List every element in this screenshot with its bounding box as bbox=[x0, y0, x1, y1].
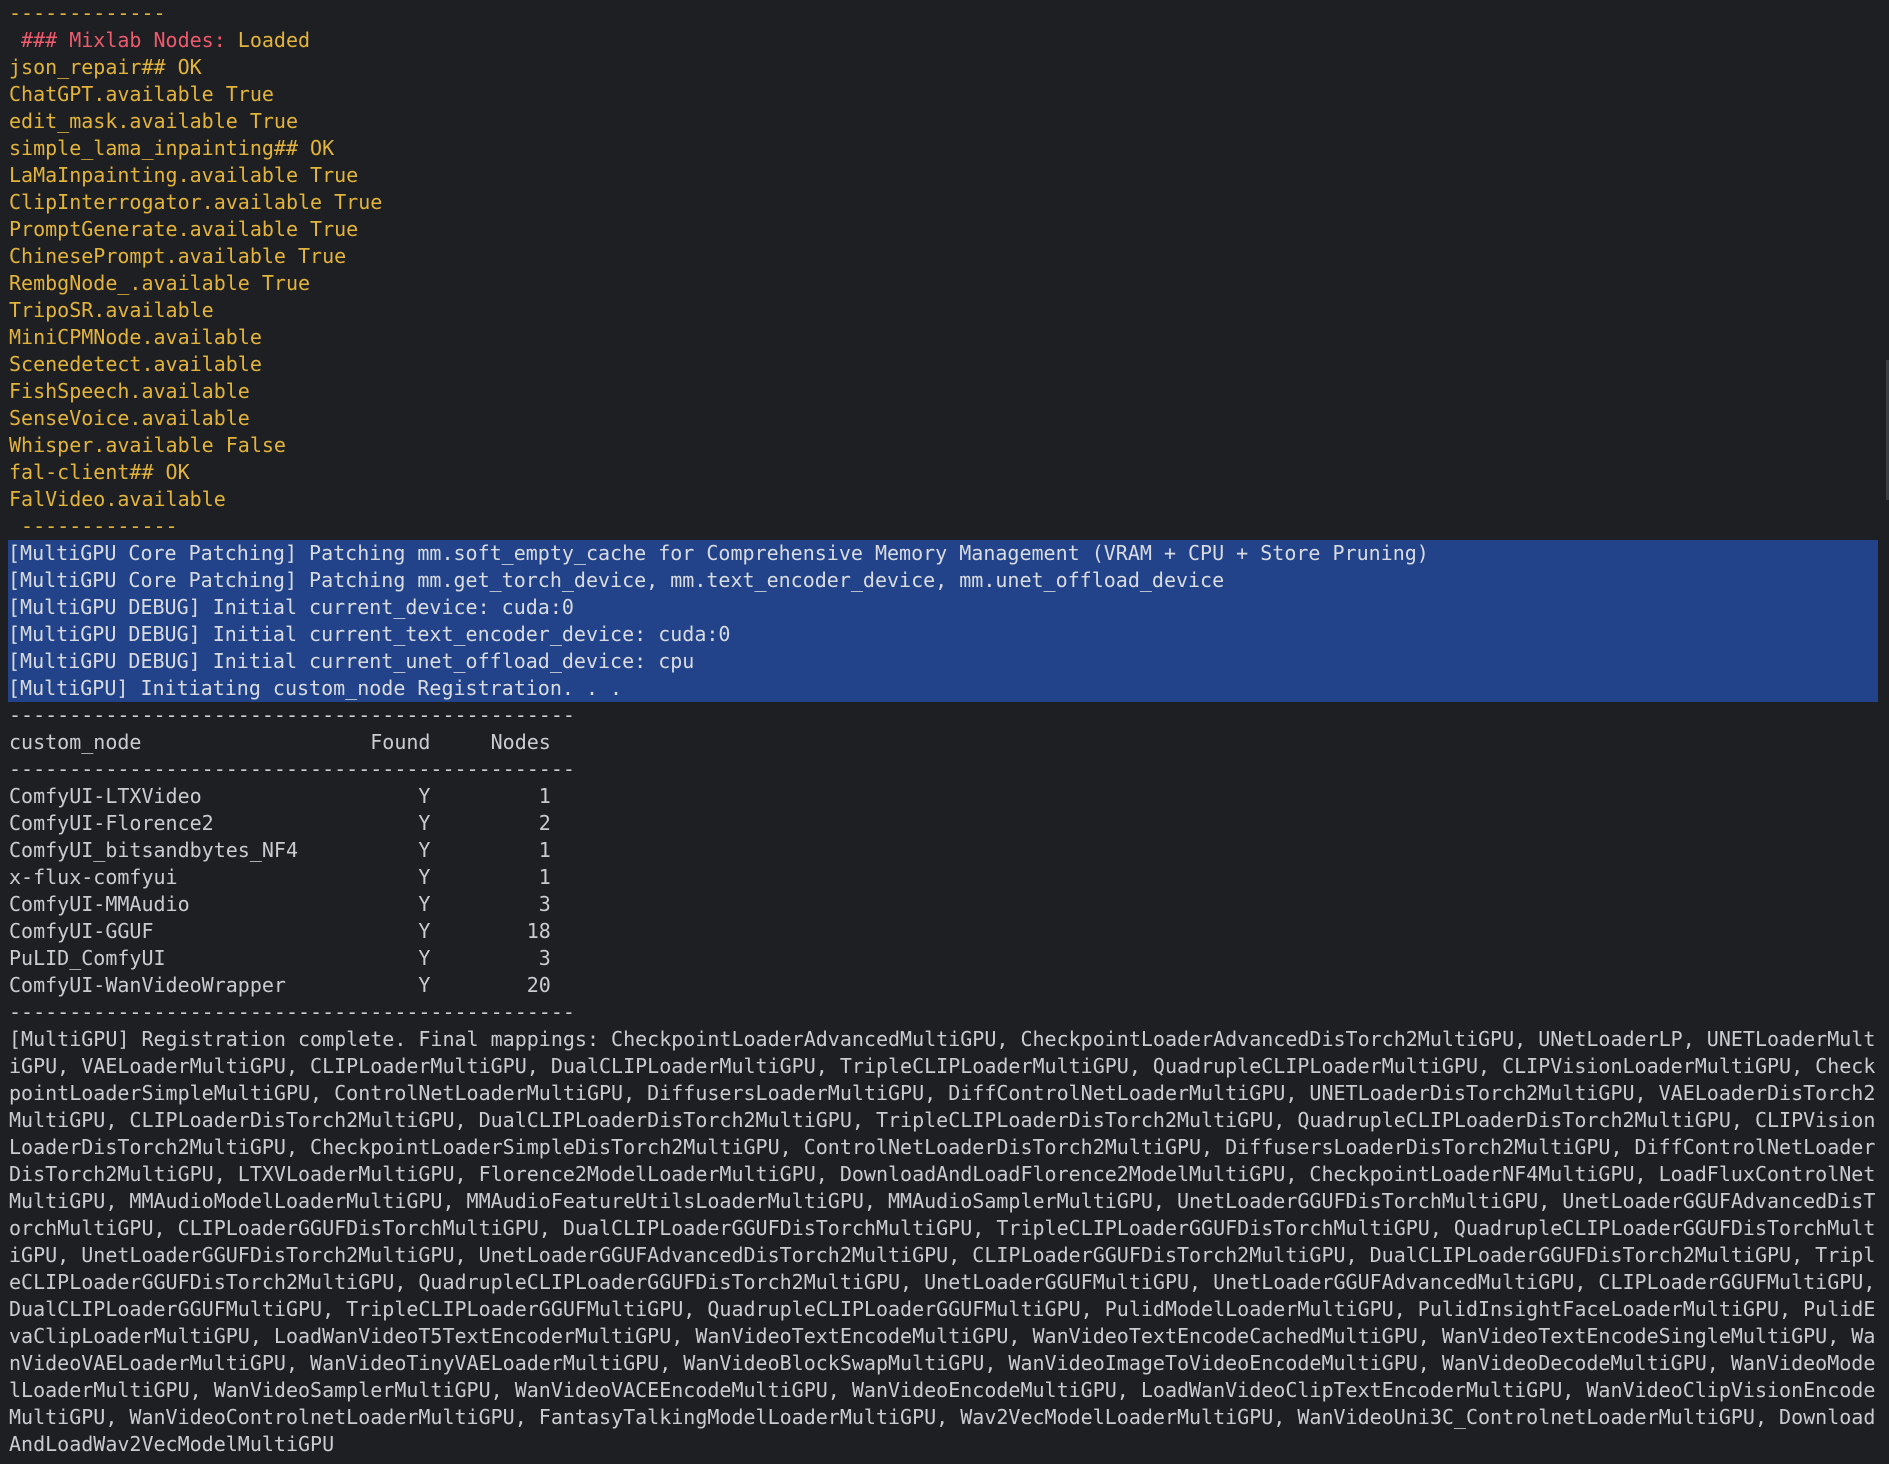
mixlab-header-status: Loaded bbox=[237, 28, 311, 52]
log-line: FishSpeech.available bbox=[9, 379, 250, 403]
log-line: TripoSR.available bbox=[9, 298, 214, 322]
log-line: Scenedetect.available bbox=[9, 352, 262, 376]
log-line: RembgNode_.available True bbox=[9, 271, 311, 295]
log-line: [MultiGPU DEBUG] Initial current_text_en… bbox=[8, 622, 731, 646]
log-line: Whisper.available False bbox=[9, 433, 286, 457]
log-line: edit_mask.available True bbox=[9, 109, 298, 133]
log-line: [MultiGPU DEBUG] Initial current_unet_of… bbox=[8, 649, 695, 673]
log-line: FalVideo.available bbox=[9, 487, 226, 511]
log-line: ChatGPT.available True bbox=[9, 82, 274, 106]
log-line: json_repair## OK bbox=[9, 55, 202, 79]
mixlab-footer-separator: ------------- bbox=[9, 514, 178, 538]
log-line: fal-client## OK bbox=[9, 460, 190, 484]
log-line: ClipInterrogator.available True bbox=[9, 190, 383, 214]
log-line: ChinesePrompt.available True bbox=[9, 244, 347, 268]
custom-node-table: ----------------------------------------… bbox=[9, 702, 1889, 1026]
table-row: ComfyUI-WanVideoWrapper Y 20 bbox=[9, 973, 551, 997]
log-line: [MultiGPU DEBUG] Initial current_device:… bbox=[8, 595, 574, 619]
table-row: x-flux-comfyui Y 1 bbox=[9, 865, 551, 889]
table-row: ComfyUI-Florence2 Y 2 bbox=[9, 811, 551, 835]
table-separator: ----------------------------------------… bbox=[9, 1000, 575, 1024]
log-line: simple_lama_inpainting## OK bbox=[9, 136, 335, 160]
table-row: ComfyUI_bitsandbytes_NF4 Y 1 bbox=[9, 838, 551, 862]
mixlab-status-lines: json_repair## OK ChatGPT.available True … bbox=[9, 54, 1889, 513]
table-row: ComfyUI-GGUF Y 18 bbox=[9, 919, 551, 943]
partial-next-line: . . . bbox=[730, 1452, 791, 1464]
final-mappings-text: [MultiGPU] Registration complete. Final … bbox=[9, 1027, 1888, 1456]
table-separator: ----------------------------------------… bbox=[9, 757, 575, 781]
table-header: custom_node Found Nodes bbox=[9, 730, 551, 754]
table-separator: ----------------------------------------… bbox=[9, 703, 575, 727]
log-line: [MultiGPU] Initiating custom_node Regist… bbox=[8, 676, 623, 700]
terminal-output[interactable]: ------------- ### Mixlab Nodes: Loaded j… bbox=[0, 0, 1889, 1464]
log-line: MiniCPMNode.available bbox=[9, 325, 262, 349]
table-row: ComfyUI-MMAudio Y 3 bbox=[9, 892, 551, 916]
mixlab-header: ### Mixlab Nodes: Loaded bbox=[9, 27, 1889, 54]
table-row: ComfyUI-LTXVideo Y 1 bbox=[9, 784, 551, 808]
selected-text-block[interactable]: [MultiGPU Core Patching] Patching mm.sof… bbox=[8, 540, 1878, 702]
table-row: PuLID_ComfyUI Y 3 bbox=[9, 946, 551, 970]
log-line: LaMaInpainting.available True bbox=[9, 163, 359, 187]
log-line: [MultiGPU Core Patching] Patching mm.get… bbox=[8, 568, 1225, 592]
log-line: [MultiGPU Core Patching] Patching mm.sof… bbox=[8, 541, 1429, 565]
log-line: SenseVoice.available bbox=[9, 406, 250, 430]
log-line: PromptGenerate.available True bbox=[9, 217, 359, 241]
mixlab-header-prefix: ### Mixlab Nodes: bbox=[9, 28, 238, 52]
top-separator: ------------- bbox=[9, 1, 166, 25]
